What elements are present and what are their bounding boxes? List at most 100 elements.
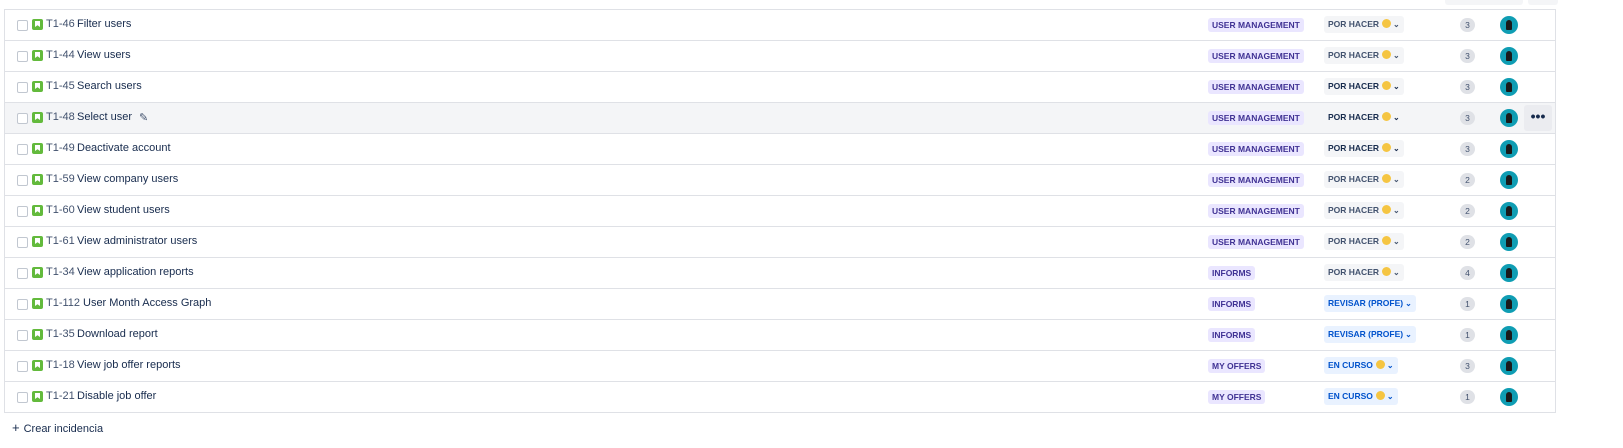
issue-row[interactable]: T1-45 Search users USER MANAGEMENT POR H… xyxy=(5,72,1555,103)
assignee-avatar[interactable] xyxy=(1500,388,1518,406)
assignee-avatar[interactable] xyxy=(1500,233,1518,251)
status-dropdown[interactable]: POR HACER ⌄ xyxy=(1324,233,1404,250)
select-checkbox[interactable] xyxy=(17,361,28,372)
issue-row[interactable]: T1-21 Disable job offer MY OFFERS EN CUR… xyxy=(5,382,1555,413)
epic-label[interactable]: USER MANAGEMENT xyxy=(1208,142,1304,156)
epic-label[interactable]: USER MANAGEMENT xyxy=(1208,18,1304,32)
issue-row[interactable]: T1-35 Download report INFORMS REVISAR (P… xyxy=(5,320,1555,351)
toolbar-button[interactable] xyxy=(1528,0,1558,5)
issue-row[interactable]: T1-49 Deactivate account USER MANAGEMENT… xyxy=(5,134,1555,165)
issue-summary[interactable]: View users xyxy=(77,49,131,61)
select-checkbox[interactable] xyxy=(17,392,28,403)
epic-label[interactable]: MY OFFERS xyxy=(1208,390,1266,404)
issue-row[interactable]: T1-59 View company users USER MANAGEMENT… xyxy=(5,165,1555,196)
story-points-badge: 2 xyxy=(1460,173,1475,187)
issue-summary[interactable]: View company users xyxy=(77,173,178,185)
status-label: EN CURSO xyxy=(1328,360,1373,370)
epic-label[interactable]: USER MANAGEMENT xyxy=(1208,173,1304,187)
status-dropdown[interactable]: POR HACER ⌄ xyxy=(1324,109,1404,126)
assignee-avatar[interactable] xyxy=(1500,109,1518,127)
issue-key[interactable]: T1-18 xyxy=(46,359,75,371)
status-dropdown[interactable]: POR HACER ⌄ xyxy=(1324,47,1404,64)
issue-summary[interactable]: View student users xyxy=(77,204,170,216)
select-checkbox[interactable] xyxy=(17,268,28,279)
status-dropdown[interactable]: REVISAR (PROFE) ⌄ xyxy=(1324,326,1416,343)
issue-key[interactable]: T1-112 xyxy=(46,297,80,309)
issue-summary[interactable]: Select user xyxy=(77,111,132,123)
issue-key[interactable]: T1-35 xyxy=(46,328,75,340)
status-dropdown[interactable]: EN CURSO ⌄ xyxy=(1324,388,1398,405)
select-checkbox[interactable] xyxy=(17,20,28,31)
issue-key[interactable]: T1-48 xyxy=(46,111,75,123)
issue-key[interactable]: T1-21 xyxy=(46,390,75,402)
issue-row[interactable]: T1-44 View users USER MANAGEMENT POR HAC… xyxy=(5,41,1555,72)
epic-label[interactable]: INFORMS xyxy=(1208,328,1256,342)
assignee-avatar[interactable] xyxy=(1500,264,1518,282)
issue-row[interactable]: T1-60 View student users USER MANAGEMENT… xyxy=(5,196,1555,227)
issue-key[interactable]: T1-61 xyxy=(46,235,75,247)
story-points-badge: 3 xyxy=(1460,142,1475,156)
issue-key[interactable]: T1-45 xyxy=(46,80,75,92)
issue-key[interactable]: T1-34 xyxy=(46,266,75,278)
assignee-avatar[interactable] xyxy=(1500,78,1518,96)
issue-row[interactable]: T1-18 View job offer reports MY OFFERS E… xyxy=(5,351,1555,382)
create-issue-button[interactable]: + Crear incidencia xyxy=(12,420,103,435)
status-dropdown[interactable]: POR HACER ⌄ xyxy=(1324,78,1404,95)
status-dropdown[interactable]: POR HACER ⌄ xyxy=(1324,171,1404,188)
issue-key[interactable]: T1-59 xyxy=(46,173,75,185)
select-checkbox[interactable] xyxy=(17,51,28,62)
status-dropdown[interactable]: REVISAR (PROFE) ⌄ xyxy=(1324,295,1416,312)
issue-summary[interactable]: View job offer reports xyxy=(77,359,181,371)
issue-row[interactable]: T1-34 View application reports INFORMS P… xyxy=(5,258,1555,289)
assignee-avatar[interactable] xyxy=(1500,140,1518,158)
issue-key[interactable]: T1-44 xyxy=(46,49,75,61)
select-checkbox[interactable] xyxy=(17,299,28,310)
more-actions-button[interactable]: ••• xyxy=(1524,105,1552,131)
epic-label[interactable]: INFORMS xyxy=(1208,266,1256,280)
issue-row[interactable]: T1-48 Select user ✎ USER MANAGEMENT POR … xyxy=(5,103,1555,134)
epic-label[interactable]: MY OFFERS xyxy=(1208,359,1266,373)
issue-summary[interactable]: Deactivate account xyxy=(77,142,171,154)
issue-key[interactable]: T1-46 xyxy=(46,18,75,30)
epic-label[interactable]: USER MANAGEMENT xyxy=(1208,80,1304,94)
toolbar-button[interactable] xyxy=(1445,0,1523,5)
select-checkbox[interactable] xyxy=(17,206,28,217)
issue-row[interactable]: T1-61 View administrator users USER MANA… xyxy=(5,227,1555,258)
status-dropdown[interactable]: POR HACER ⌄ xyxy=(1324,16,1404,33)
issue-summary[interactable]: Disable job offer xyxy=(77,390,156,402)
epic-label[interactable]: USER MANAGEMENT xyxy=(1208,111,1304,125)
select-checkbox[interactable] xyxy=(17,330,28,341)
issue-summary[interactable]: Download report xyxy=(77,328,158,340)
epic-label[interactable]: USER MANAGEMENT xyxy=(1208,49,1304,63)
select-checkbox[interactable] xyxy=(17,175,28,186)
assignee-avatar[interactable] xyxy=(1500,16,1518,34)
issue-key[interactable]: T1-60 xyxy=(46,204,75,216)
status-dropdown[interactable]: POR HACER ⌄ xyxy=(1324,264,1404,281)
status-dropdown[interactable]: POR HACER ⌄ xyxy=(1324,202,1404,219)
select-checkbox[interactable] xyxy=(17,237,28,248)
issue-summary[interactable]: User Month Access Graph xyxy=(83,297,211,309)
chevron-down-icon: ⌄ xyxy=(1393,113,1400,122)
issue-key[interactable]: T1-49 xyxy=(46,142,75,154)
issue-summary[interactable]: Filter users xyxy=(77,18,131,30)
issue-summary[interactable]: View administrator users xyxy=(77,235,197,247)
issue-summary[interactable]: Search users xyxy=(77,80,142,92)
select-checkbox[interactable] xyxy=(17,113,28,124)
status-dropdown[interactable]: EN CURSO ⌄ xyxy=(1324,357,1398,374)
epic-label[interactable]: USER MANAGEMENT xyxy=(1208,235,1304,249)
status-dropdown[interactable]: POR HACER ⌄ xyxy=(1324,140,1404,157)
assignee-avatar[interactable] xyxy=(1500,47,1518,65)
assignee-avatar[interactable] xyxy=(1500,171,1518,189)
select-checkbox[interactable] xyxy=(17,144,28,155)
assignee-avatar[interactable] xyxy=(1500,326,1518,344)
assignee-avatar[interactable] xyxy=(1500,357,1518,375)
issue-row[interactable]: T1-112 User Month Access Graph INFORMS R… xyxy=(5,289,1555,320)
assignee-avatar[interactable] xyxy=(1500,202,1518,220)
epic-label[interactable]: USER MANAGEMENT xyxy=(1208,204,1304,218)
epic-label[interactable]: INFORMS xyxy=(1208,297,1256,311)
select-checkbox[interactable] xyxy=(17,82,28,93)
issue-row[interactable]: T1-46 Filter users USER MANAGEMENT POR H… xyxy=(5,10,1555,41)
pencil-icon[interactable]: ✎ xyxy=(139,111,148,124)
issue-summary[interactable]: View application reports xyxy=(77,266,194,278)
assignee-avatar[interactable] xyxy=(1500,295,1518,313)
